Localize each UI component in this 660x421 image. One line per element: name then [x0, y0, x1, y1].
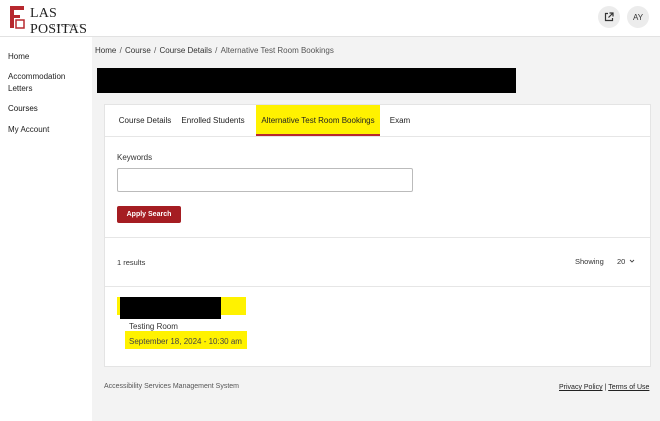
footer-links: Privacy Policy | Terms of Use [559, 384, 649, 391]
sidebar-item-home[interactable]: Home [8, 51, 86, 63]
showing-label: Showing [575, 257, 604, 266]
sidebar-item-my-account[interactable]: My Account [8, 124, 86, 136]
tab-enrolled-students[interactable]: Enrolled Students [179, 105, 247, 136]
chevron-down-icon [630, 259, 635, 263]
privacy-policy-link[interactable]: Privacy Policy [559, 384, 603, 391]
page-size-value: 20 [617, 257, 626, 266]
keywords-label: Keywords [117, 153, 153, 162]
sidebar-item-courses[interactable]: Courses [8, 103, 86, 115]
college-logo[interactable]: LAS POSITAS COLLEGE [8, 4, 108, 37]
external-link-button[interactable] [598, 6, 620, 28]
breadcrumb: Home / Course / Course Details / Alterna… [95, 46, 334, 55]
content-card: Course Details Enrolled Students Alterna… [104, 104, 651, 367]
results-count: 1 results [117, 258, 146, 267]
divider [105, 237, 650, 238]
logo-text: LAS POSITAS [30, 6, 88, 37]
apply-search-button[interactable]: Apply Search [117, 206, 181, 223]
page-size-select[interactable]: 20 [617, 257, 635, 266]
divider [105, 286, 650, 287]
result-datetime: September 18, 2024 - 10:30 am [129, 337, 242, 346]
terms-of-use-link[interactable]: Terms of Use [608, 384, 649, 391]
result-room: Testing Room [129, 322, 178, 331]
footer-system-name: Accessibility Services Management System [104, 383, 239, 390]
tab-course-details[interactable]: Course Details [111, 105, 179, 136]
breadcrumb-current: Alternative Test Room Bookings [220, 46, 334, 55]
keywords-input[interactable] [117, 168, 413, 192]
search-filter: Keywords Apply Search [105, 137, 650, 237]
redacted-student-name [120, 297, 221, 319]
top-bar: LAS POSITAS COLLEGE AY [0, 0, 660, 37]
tab-bar: Course Details Enrolled Students Alterna… [105, 105, 650, 137]
user-avatar[interactable]: AY [627, 6, 649, 28]
footer-separator: | [604, 384, 607, 391]
breadcrumb-course[interactable]: Course [125, 46, 151, 55]
tab-exam[interactable]: Exam [384, 105, 416, 136]
breadcrumb-course-details[interactable]: Course Details [159, 46, 211, 55]
sidebar: Home Accommodation Letters Courses My Ac… [0, 37, 92, 421]
external-link-icon [604, 12, 614, 22]
logo-subtext: COLLEGE [52, 23, 84, 28]
logo-mark-icon [10, 6, 25, 29]
sidebar-item-accommodation-letters[interactable]: Accommodation Letters [8, 71, 86, 95]
redacted-page-title [97, 68, 516, 93]
breadcrumb-home[interactable]: Home [95, 46, 116, 55]
tab-alternative-test-room-bookings[interactable]: Alternative Test Room Bookings [256, 105, 380, 136]
